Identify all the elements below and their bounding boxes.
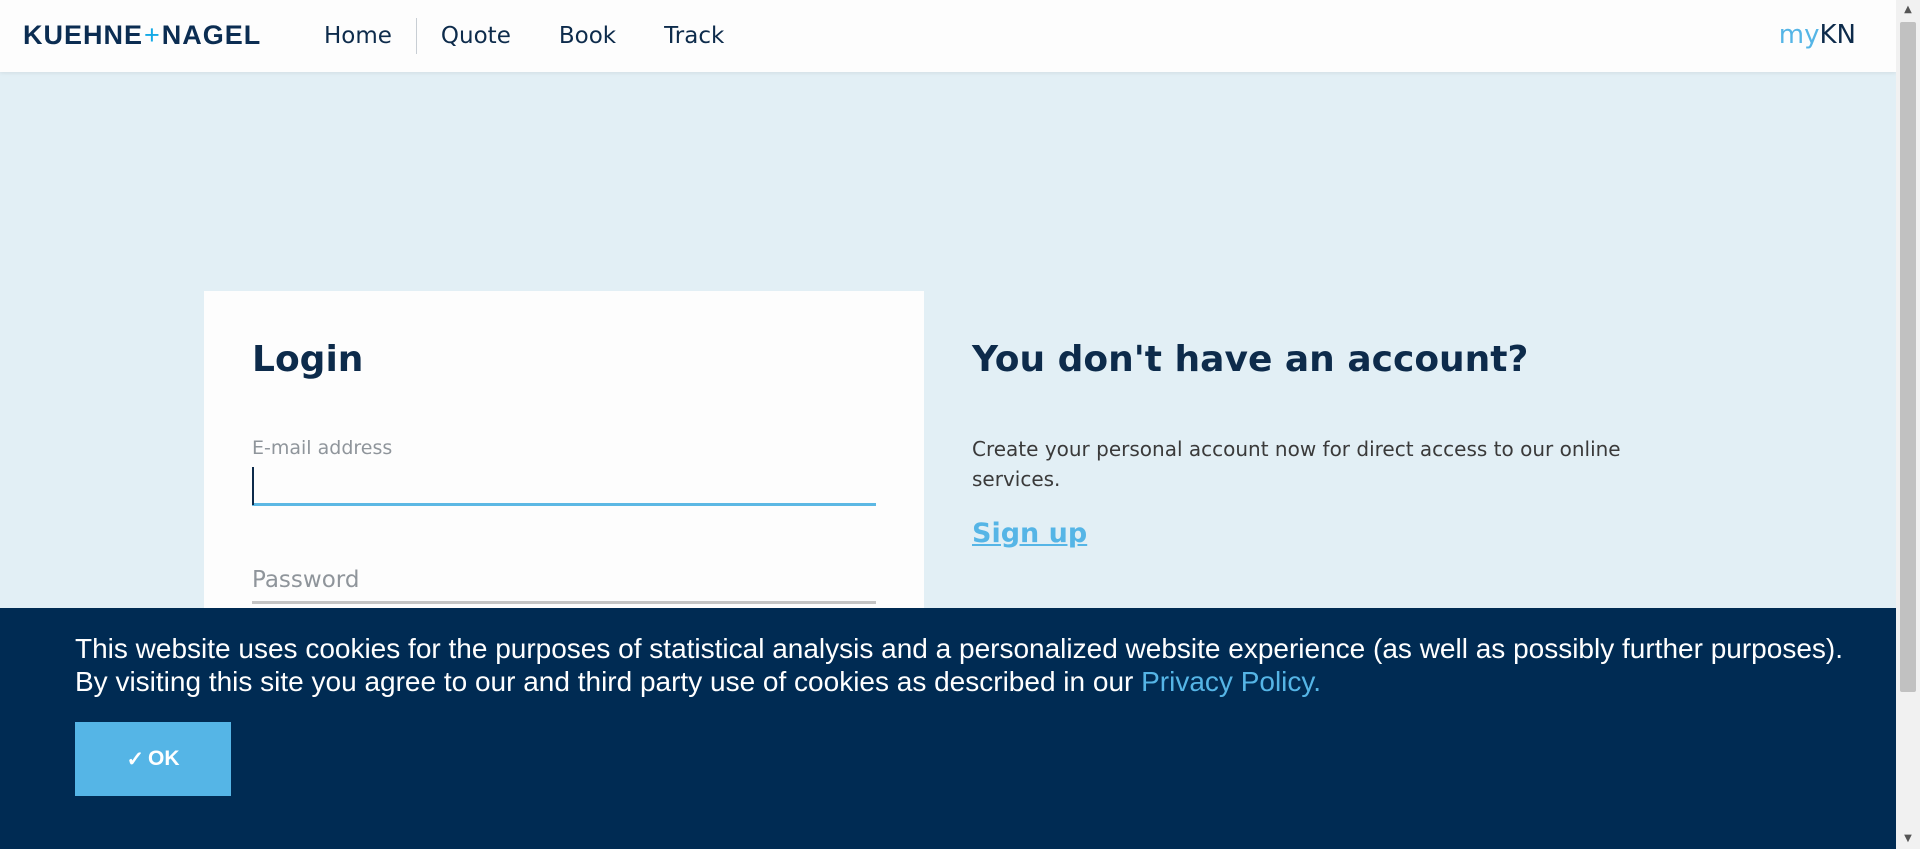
top-header: KUEHNE+NAGEL Home Quote Book Track myKN [0, 0, 1896, 72]
scrollbar-thumb[interactable] [1900, 22, 1916, 692]
text-caret [252, 467, 254, 505]
scroll-up-arrow-icon[interactable]: ▲ [1896, 0, 1920, 20]
login-card: Login E-mail address [204, 291, 924, 621]
signup-link[interactable]: Sign up [972, 518, 1087, 549]
main-nav: Home Quote Book Track [324, 0, 748, 72]
mykn-link[interactable]: myKN [1779, 20, 1856, 50]
cookie-ok-button[interactable]: ✓ OK [75, 722, 231, 796]
signup-title: You don't have an account? [972, 339, 1529, 380]
nav-item-book[interactable]: Book [535, 18, 640, 54]
kuehne-nagel-logo[interactable]: KUEHNE+NAGEL [23, 20, 261, 51]
signup-section: You don't have an account? Create your p… [972, 339, 1632, 549]
mykn-my: my [1778, 20, 1820, 50]
email-field[interactable] [252, 463, 876, 506]
nav-item-quote[interactable]: Quote [417, 18, 535, 54]
cookie-banner: This website uses cookies for the purpos… [0, 608, 1896, 849]
logo-text-right: NAGEL [161, 20, 262, 50]
nav-item-home[interactable]: Home [324, 18, 416, 54]
scroll-down-arrow-icon[interactable]: ▼ [1896, 829, 1920, 849]
nav-item-track[interactable]: Track [640, 18, 748, 54]
password-field[interactable] [252, 559, 876, 604]
privacy-policy-link[interactable]: Privacy Policy. [1141, 666, 1321, 697]
cookie-text: This website uses cookies for the purpos… [75, 633, 1843, 697]
login-title: Login [252, 339, 364, 380]
cookie-message: This website uses cookies for the purpos… [75, 632, 1855, 698]
logo-plus: + [144, 20, 161, 50]
logo-text-left: KUEHNE [23, 20, 144, 50]
email-label: E-mail address [252, 437, 393, 459]
vertical-scrollbar[interactable]: ▲ ▼ [1896, 0, 1920, 849]
signup-description: Create your personal account now for dir… [972, 437, 1621, 491]
mykn-kn: KN [1819, 20, 1857, 50]
ok-label: OK [148, 747, 180, 770]
checkmark-icon: ✓ [126, 747, 145, 771]
